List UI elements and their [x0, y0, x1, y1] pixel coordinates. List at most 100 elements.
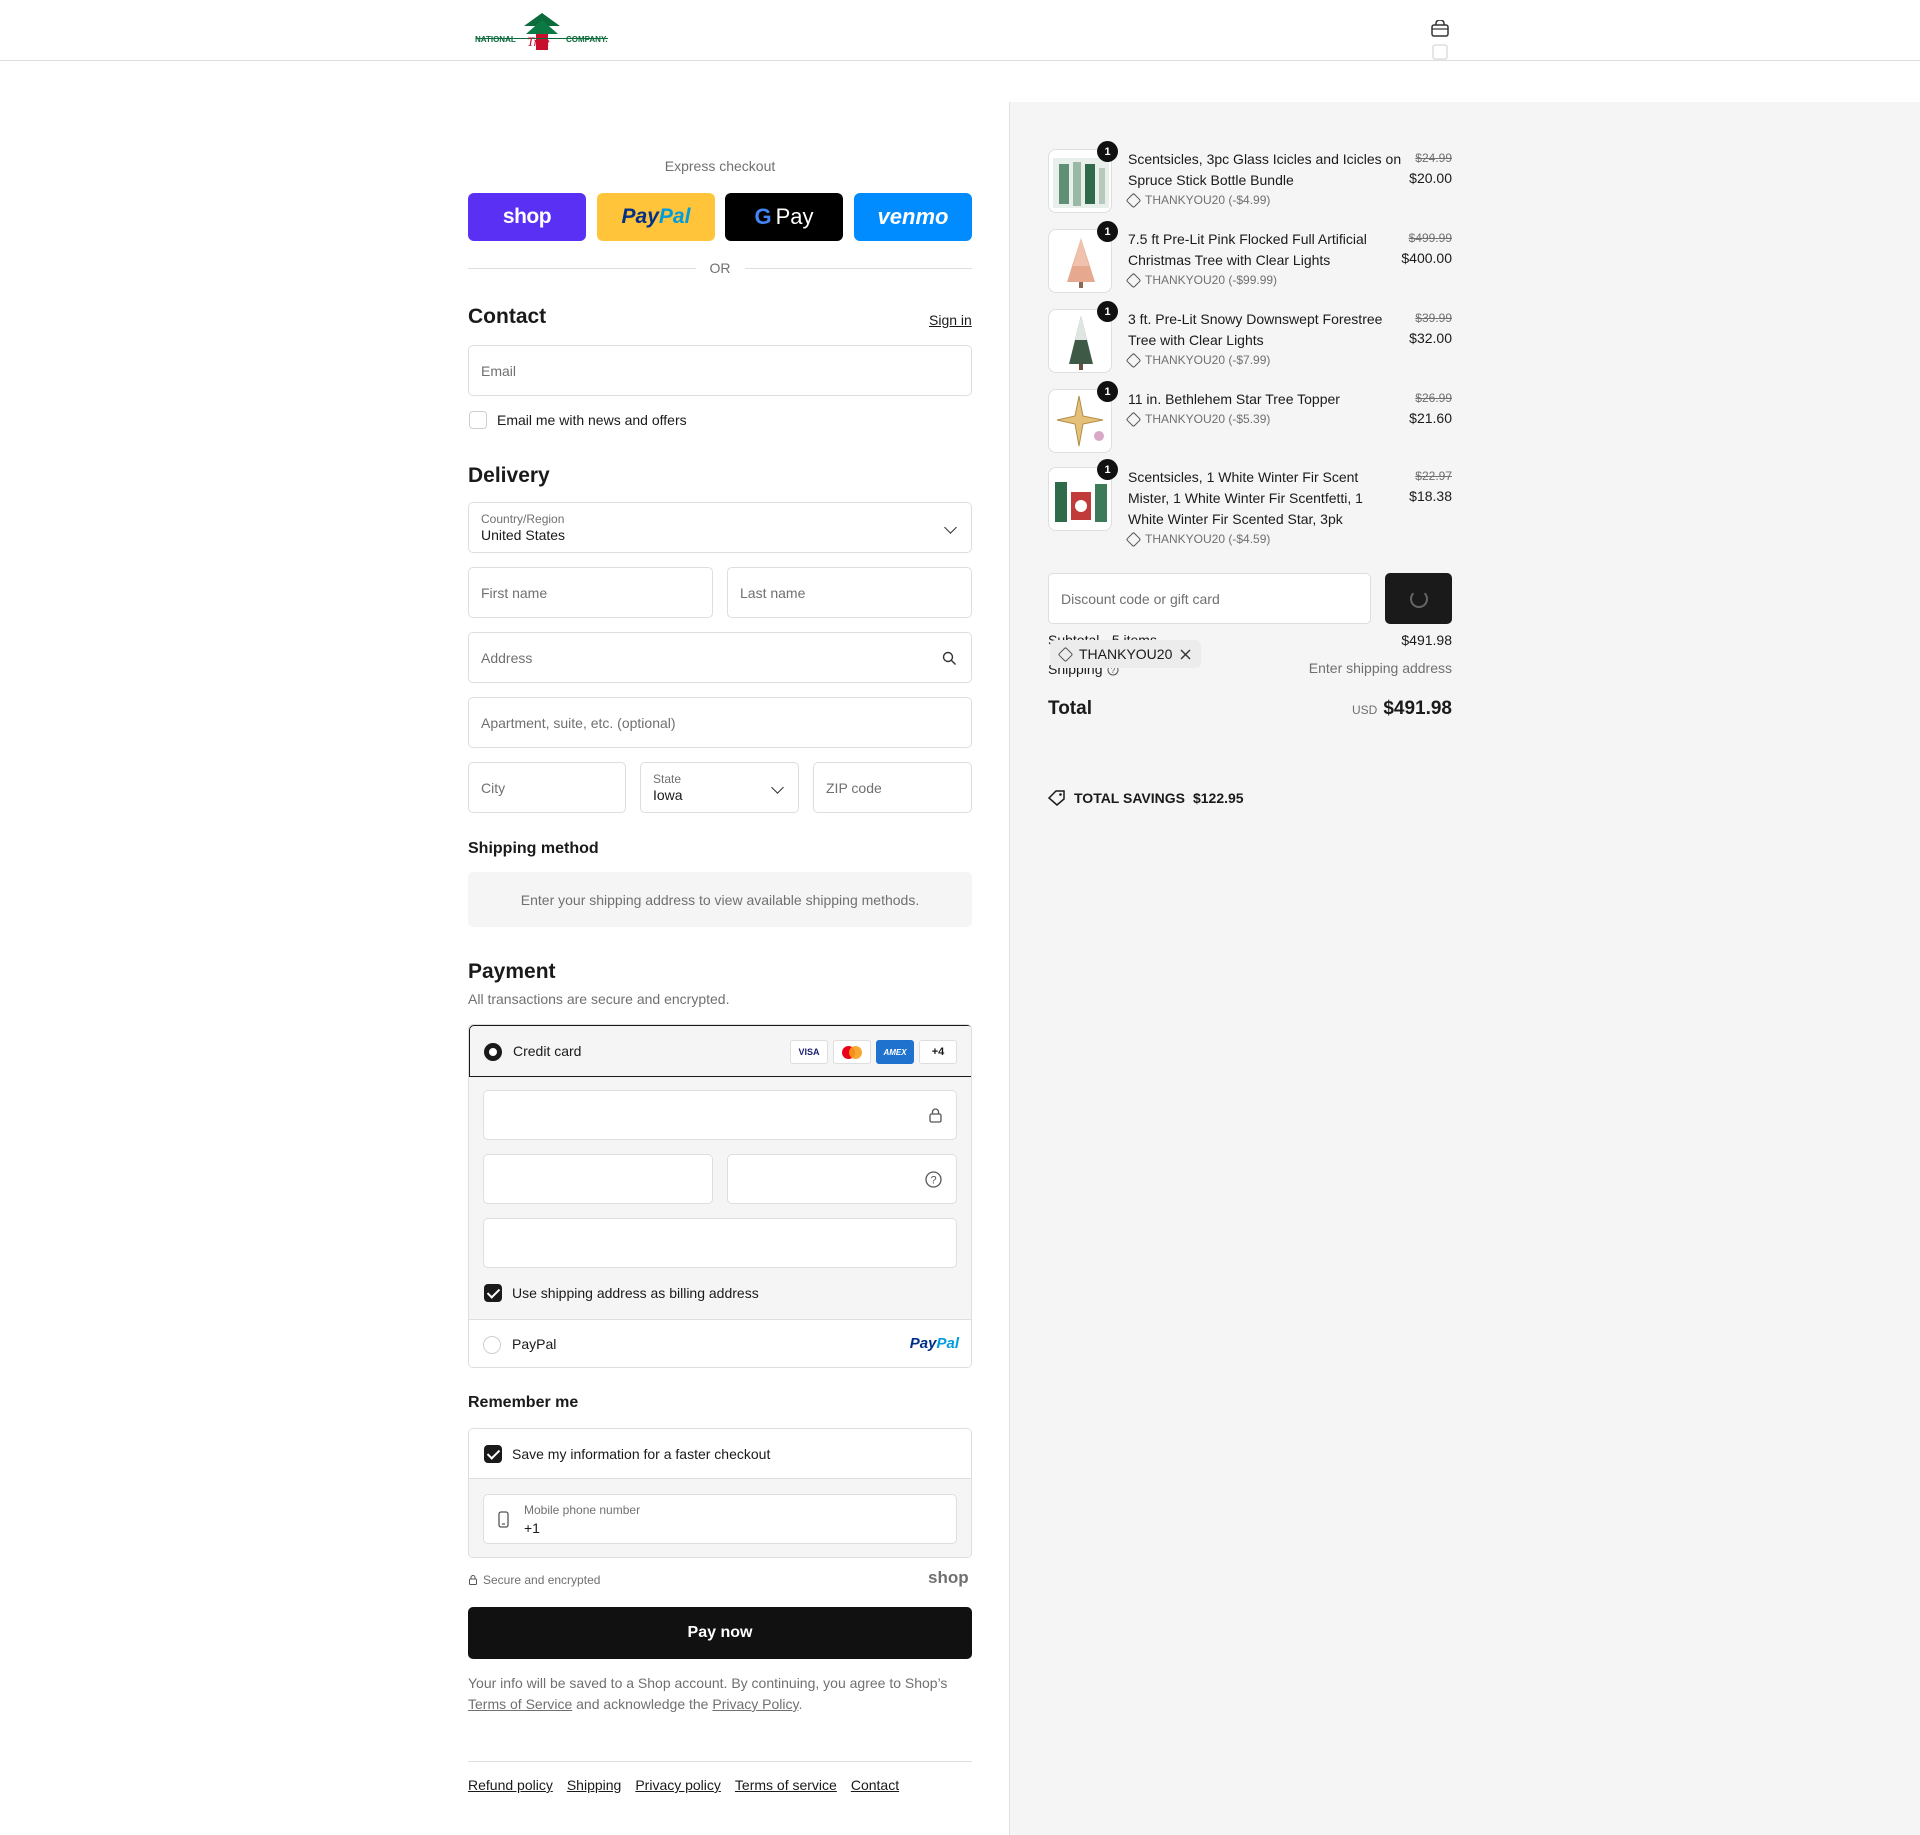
first-name-field[interactable]: First name	[468, 567, 713, 618]
billing-checkbox[interactable]	[484, 1284, 502, 1302]
legal-text-1: Your info will be saved to a Shop accoun…	[468, 1675, 948, 1691]
address-placeholder: Address	[481, 649, 533, 666]
original-price: $499.99	[1408, 231, 1452, 245]
card-number-field[interactable]	[483, 1090, 957, 1140]
payment-subtitle: All transactions are secure and encrypte…	[468, 991, 730, 1007]
credit-card-option[interactable]: Credit card VISA AMEX +4	[469, 1025, 971, 1077]
shop-pay-label: shop	[502, 205, 552, 228]
city-placeholder: City	[481, 779, 506, 796]
sign-in-link[interactable]: Sign in	[929, 312, 972, 328]
product-name: Scentsicles, 1 White Winter Fir Scent Mi…	[1128, 469, 1363, 527]
total-savings-value: $122.95	[1192, 790, 1244, 806]
item-price: $400.00	[1401, 250, 1452, 266]
last-name-placeholder: Last name	[740, 584, 806, 601]
security-code-field[interactable]: ?	[727, 1154, 957, 1204]
quantity-badge: 1	[1097, 459, 1118, 480]
phone-field[interactable]: Mobile phone number +1	[483, 1494, 957, 1544]
expiration-field[interactable]	[483, 1154, 713, 1204]
visa-label: VISA	[798, 1047, 820, 1057]
city-field[interactable]: City	[468, 762, 626, 813]
cart-item: 1 Scentsicles, 3pc Glass Icicles and Ici…	[1048, 141, 1452, 219]
total-savings: TOTAL SAVINGS $122.95	[1048, 790, 1244, 806]
logo-word-tree: Tree	[527, 34, 550, 49]
privacy-policy-link[interactable]: Privacy policy	[635, 1777, 721, 1793]
tag-icon	[1057, 646, 1074, 662]
paypal-express-button[interactable]: Pay Pal	[597, 193, 715, 241]
paypal-logo: PayPal	[910, 1335, 959, 1352]
item-price: $18.38	[1409, 488, 1452, 504]
email-placeholder: Email	[481, 362, 517, 379]
news-checkbox[interactable]	[469, 411, 487, 429]
item-discount: THANKYOU20 (-$5.39)	[1145, 412, 1271, 426]
credit-card-radio[interactable]	[484, 1043, 502, 1061]
name-on-card-field[interactable]	[483, 1218, 957, 1268]
delivery-title: Delivery	[468, 464, 550, 487]
cart-item: 1 7.5 ft Pre-Lit Pink Flocked Full Artif…	[1048, 221, 1452, 299]
original-price: $39.99	[1415, 311, 1452, 325]
tag-icon	[1125, 531, 1142, 548]
phone-value: +1	[524, 1520, 540, 1536]
item-discount: THANKYOU20 (-$4.59)	[1145, 532, 1271, 546]
legal-text-2: and acknowledge the	[576, 1696, 709, 1712]
contact-link[interactable]: Contact	[851, 1777, 899, 1793]
cart-item: 1 Scentsicles, 1 White Winter Fir Scent …	[1048, 459, 1452, 557]
applied-code: THANKYOU20	[1079, 646, 1173, 662]
credit-card-label: Credit card	[513, 1043, 582, 1059]
contact-title: Contact	[468, 305, 547, 328]
close-icon[interactable]	[1180, 649, 1191, 660]
help-icon[interactable]: ?	[925, 1171, 942, 1188]
shop-pay-button[interactable]: shop	[468, 193, 586, 241]
pay-now-button[interactable]: Pay now	[468, 1607, 972, 1659]
paypal-logo-pay: Pay	[621, 205, 659, 228]
item-price: $21.60	[1409, 410, 1452, 426]
terms-of-service-link[interactable]: Terms of service	[735, 1777, 837, 1793]
google-pay-button[interactable]: G Pay	[725, 193, 843, 241]
shop-logo: shop	[928, 1568, 969, 1587]
pay-now-label: Pay now	[687, 1624, 753, 1641]
shipping-method-box: Enter your shipping address to view avai…	[468, 872, 972, 927]
shipping-link[interactable]: Shipping	[567, 1777, 622, 1793]
paypal-option[interactable]: PayPal PayPal	[469, 1320, 971, 1367]
store-logo[interactable]: NATIONAL Tree COMPANY.	[472, 12, 612, 78]
zip-placeholder: ZIP code	[826, 779, 882, 796]
apply-discount-button[interactable]	[1385, 573, 1452, 624]
cart-item: 1 11 in. Bethlehem Star Tree Topper THAN…	[1048, 381, 1452, 453]
refund-policy-link[interactable]: Refund policy	[468, 1777, 553, 1793]
product-name: 3 ft. Pre-Lit Snowy Downswept Forestree …	[1128, 311, 1383, 348]
discount-placeholder: Discount code or gift card	[1061, 590, 1220, 607]
paypal-radio[interactable]	[483, 1336, 501, 1354]
phone-section: Mobile phone number +1	[469, 1479, 971, 1557]
state-select[interactable]: State Iowa	[640, 762, 799, 813]
total-label: Total	[1048, 698, 1092, 719]
visa-icon: VISA	[790, 1040, 828, 1064]
applied-discount-chip: THANKYOU20	[1050, 640, 1202, 668]
terms-of-service-link[interactable]: Terms of Service	[468, 1696, 572, 1712]
discount-code-input[interactable]: Discount code or gift card	[1048, 573, 1371, 624]
country-value: United States	[481, 527, 566, 543]
country-select[interactable]: Country/Region United States	[468, 502, 972, 553]
google-g-icon: G	[754, 204, 772, 229]
zip-field[interactable]: ZIP code	[813, 762, 972, 813]
tag-icon	[1125, 192, 1142, 209]
total-amount: USD $491.98	[1250, 698, 1452, 720]
remember-me-box: Save my information for a faster checkou…	[468, 1428, 972, 1558]
more-cards-badge: +4	[919, 1040, 957, 1064]
quantity-badge: 1	[1097, 381, 1118, 402]
last-name-field[interactable]: Last name	[727, 567, 972, 618]
save-info-checkbox[interactable]	[484, 1445, 502, 1463]
shipping-method-title: Shipping method	[468, 840, 599, 857]
apartment-field[interactable]: Apartment, suite, etc. (optional)	[468, 697, 972, 748]
venmo-button[interactable]: venmo	[854, 193, 972, 241]
total-savings-label: TOTAL SAVINGS	[1074, 790, 1185, 806]
email-field[interactable]: Email	[468, 345, 972, 396]
save-info-row[interactable]: Save my information for a faster checkou…	[469, 1429, 971, 1479]
paypal-logo-pal: Pal	[658, 205, 691, 228]
item-discount: THANKYOU20 (-$4.99)	[1145, 193, 1271, 207]
address-field[interactable]: Address	[468, 632, 972, 683]
phone-label: Mobile phone number	[524, 1503, 641, 1517]
privacy-policy-link[interactable]: Privacy Policy	[712, 1696, 798, 1712]
more-cards-label: +4	[931, 1046, 945, 1058]
shipping-value: Enter shipping address	[1308, 660, 1452, 676]
subtotal-value: $491.98	[1401, 632, 1452, 648]
bag-icon[interactable]	[1430, 20, 1450, 62]
